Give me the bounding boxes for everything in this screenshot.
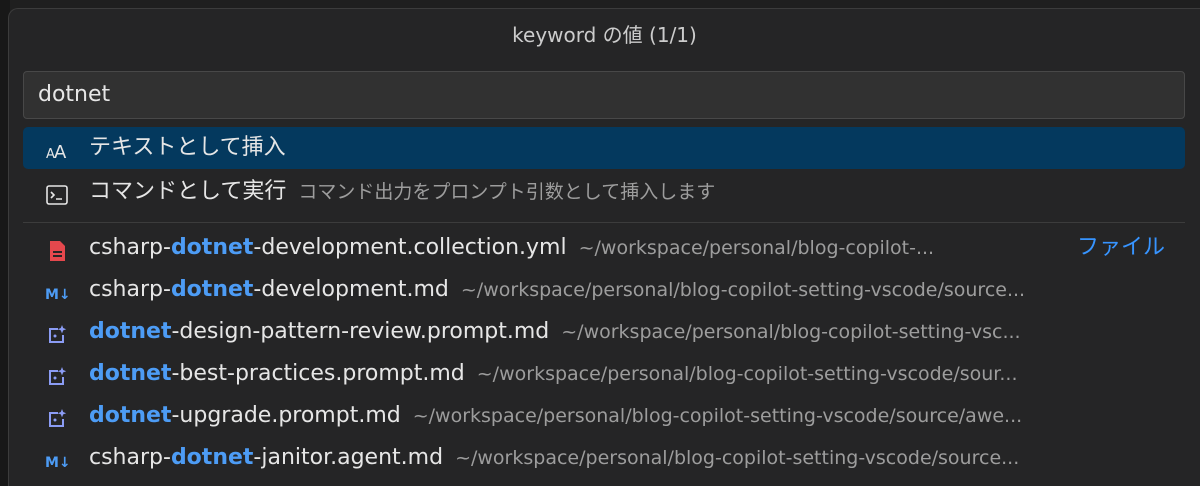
action-description: コマンド出力をプロンプト引数として挿入します [298,181,716,203]
file-name-suffix: -upgrade.prompt.md [171,403,401,428]
markdown-icon: M↓ [45,278,71,303]
file-name-match: dotnet [170,445,254,470]
file-item[interactable]: dotnet-design-pattern-review.prompt.md ~/… [23,311,1185,353]
file-name-prefix: csharp- [89,445,171,470]
file-name-suffix: -janitor.agent.md [253,445,444,470]
file-name-match: dotnet [170,277,254,302]
file-item[interactable]: dotnet-best-practices.prompt.md ~/workspa… [23,353,1185,395]
file-name-suffix: -development.md [253,277,449,302]
file-path: ~/workspace/personal/blog-copilot-... [578,237,935,259]
file-item[interactable]: M↓ csharp-dotnet-development.md ~/workspa… [23,269,1185,311]
prompt-sparkle-icon [45,362,69,386]
action-run-as-command[interactable]: コマンドとして実行 コマンド出力をプロンプト引数として挿入します [23,171,1185,213]
file-path: ~/workspace/personal/blog-copilot-settin… [460,279,1026,301]
file-item[interactable]: M↓ csharp-dotnet-janitor.agent.md ~/works… [23,437,1185,479]
svg-text:M↓: M↓ [45,287,69,303]
file-name-suffix: -best-practices.prompt.md [171,361,465,386]
file-name-match: dotnet [170,235,254,260]
svg-text:A: A [54,142,67,163]
file-name-prefix: csharp- [89,277,171,302]
action-label: コマンドとして実行 [89,179,287,204]
file-path: ~/workspace/personal/blog-copilot-settin… [412,405,1023,427]
terminal-icon [45,180,69,205]
file-name-match: dotnet [89,319,172,344]
file-item[interactable]: dotnet-upgrade.prompt.md ~/workspace/pers… [23,395,1185,437]
file-path: ~/workspace/personal/blog-copilot-settin… [476,363,1018,385]
file-name-suffix: -design-pattern-review.prompt.md [171,319,550,344]
action-label: テキストとして挿入 [89,135,286,160]
quick-pick-title: keyword の値 (1/1) [512,23,697,47]
quick-pick-panel: keyword の値 (1/1) dotnet A A テキストとして挿入 コマ… [8,8,1200,486]
file-name-match: dotnet [89,361,172,386]
file-item[interactable]: csharp-dotnet-development.collection.yml… [23,227,1185,269]
quick-pick-input[interactable]: dotnet [23,71,1185,119]
prompt-sparkle-icon [45,404,69,428]
file-name-prefix: csharp- [89,235,171,260]
file-path: ~/workspace/personal/blog-copilot-settin… [561,321,1021,343]
prompt-sparkle-icon [45,320,69,344]
svg-text:M↓: M↓ [45,455,69,471]
markdown-icon: M↓ [45,446,71,471]
text-case-icon: A A [45,136,69,163]
file-name-match: dotnet [89,403,172,428]
file-name-suffix: -development.collection.yml [253,235,567,260]
list-separator [23,222,1185,223]
file-category-label: ファイル [1076,235,1165,260]
yaml-file-icon [45,236,69,261]
file-path: ~/workspace/personal/blog-copilot-settin… [455,447,1020,469]
action-insert-as-text[interactable]: A A テキストとして挿入 [23,127,1185,169]
